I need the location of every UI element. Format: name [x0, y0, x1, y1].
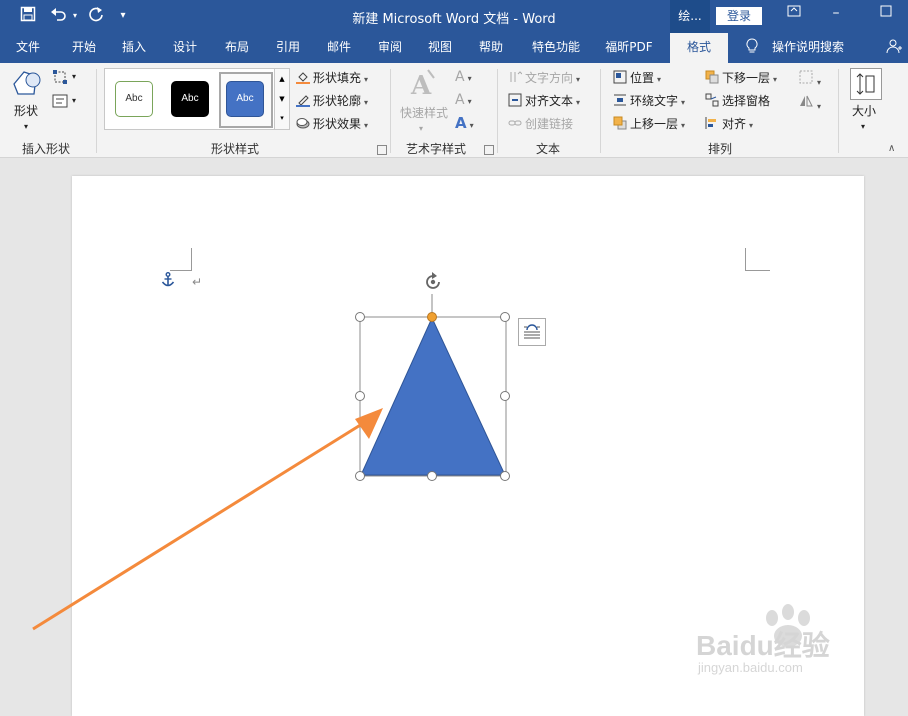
watermark-brand: Baidu经验 — [696, 630, 830, 661]
resize-handle-nw[interactable] — [355, 312, 365, 322]
resize-handle-e[interactable] — [500, 391, 510, 401]
resize-handle-sw[interactable] — [355, 471, 365, 481]
watermark: Baidu经验 jingyan.baidu.com — [696, 604, 896, 684]
shape-adjust-handle[interactable] — [427, 312, 437, 322]
resize-handle-w[interactable] — [355, 391, 365, 401]
triangle-shape — [360, 316, 506, 476]
layout-options-icon[interactable] — [518, 318, 546, 346]
resize-handle-se[interactable] — [500, 471, 510, 481]
rotate-handle-icon[interactable] — [421, 270, 445, 294]
shape-layer — [359, 294, 507, 477]
watermark-url: jingyan.baidu.com — [698, 660, 803, 675]
resize-handle-ne[interactable] — [500, 312, 510, 322]
resize-handle-s[interactable] — [427, 471, 437, 481]
